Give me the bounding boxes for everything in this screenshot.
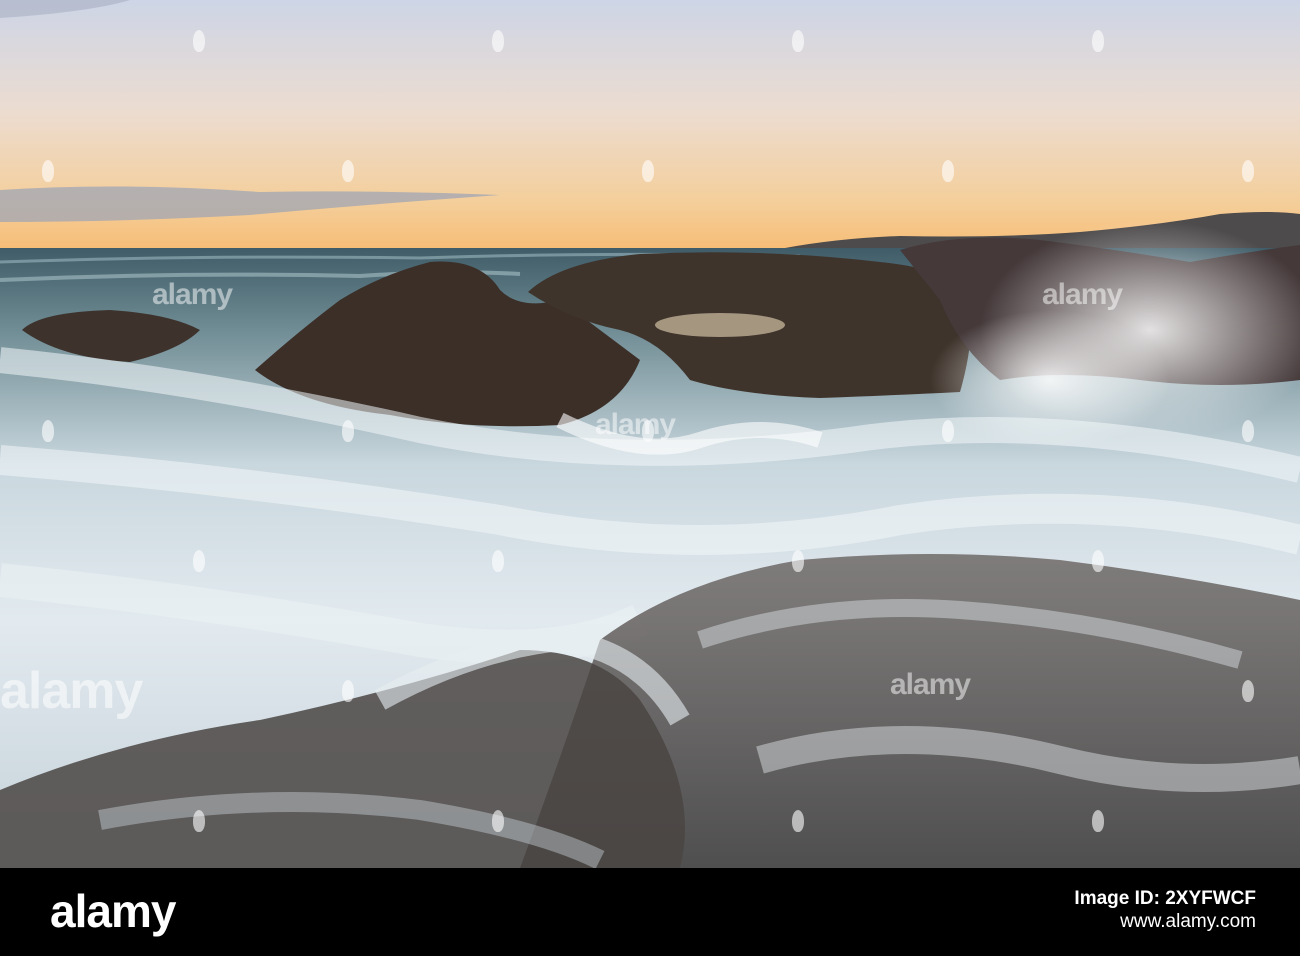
- image-id-label: Image ID: 2XYFWCF: [1074, 888, 1256, 909]
- watermark-drop-mark: [492, 30, 504, 52]
- watermark-drop-mark: [342, 420, 354, 442]
- stock-photo-frame: alamy alamy alamy alamy alamy alamy Imag…: [0, 0, 1300, 956]
- watermark-drop-mark: [492, 810, 504, 832]
- watermark-drop-mark: [193, 30, 205, 52]
- watermark-drop-mark: [792, 30, 804, 52]
- watermark-drop-mark: [642, 160, 654, 182]
- watermark-drop-mark: [42, 420, 54, 442]
- watermark-drop-mark: [492, 550, 504, 572]
- watermark-text: alamy: [890, 668, 971, 701]
- watermark-drop-mark: [193, 550, 205, 572]
- watermark-drop-mark: [792, 810, 804, 832]
- site-url-link[interactable]: www.alamy.com: [1074, 911, 1256, 934]
- watermark-drop-mark: [342, 160, 354, 182]
- watermark-drop-mark: [193, 810, 205, 832]
- alamy-logo[interactable]: alamy: [50, 888, 176, 934]
- watermark-drop-mark: [342, 680, 354, 702]
- watermark-text: alamy: [0, 662, 143, 720]
- watermark-text: alamy: [152, 278, 233, 311]
- watermark-drop-mark: [942, 160, 954, 182]
- watermark-drop-mark: [1242, 680, 1254, 702]
- image-info: Image ID: 2XYFWCF www.alamy.com: [1074, 888, 1256, 934]
- stock-footer-bar: alamy Image ID: 2XYFWCF www.alamy.com: [0, 868, 1300, 956]
- watermark-drop-mark: [1242, 160, 1254, 182]
- watermark-drop-mark: [42, 160, 54, 182]
- watermark-text: alamy: [1042, 278, 1123, 311]
- watermark-drop-mark: [942, 420, 954, 442]
- watermark-drop-mark: [1092, 30, 1104, 52]
- watermark-drop-mark: [792, 550, 804, 572]
- watermark-drop-mark: [1092, 810, 1104, 832]
- watermark-drop-mark: [1242, 420, 1254, 442]
- watermark-drop-mark: [1092, 550, 1104, 572]
- seascape-photo: alamy alamy alamy alamy alamy: [0, 0, 1300, 868]
- watermark-text: alamy: [595, 408, 676, 441]
